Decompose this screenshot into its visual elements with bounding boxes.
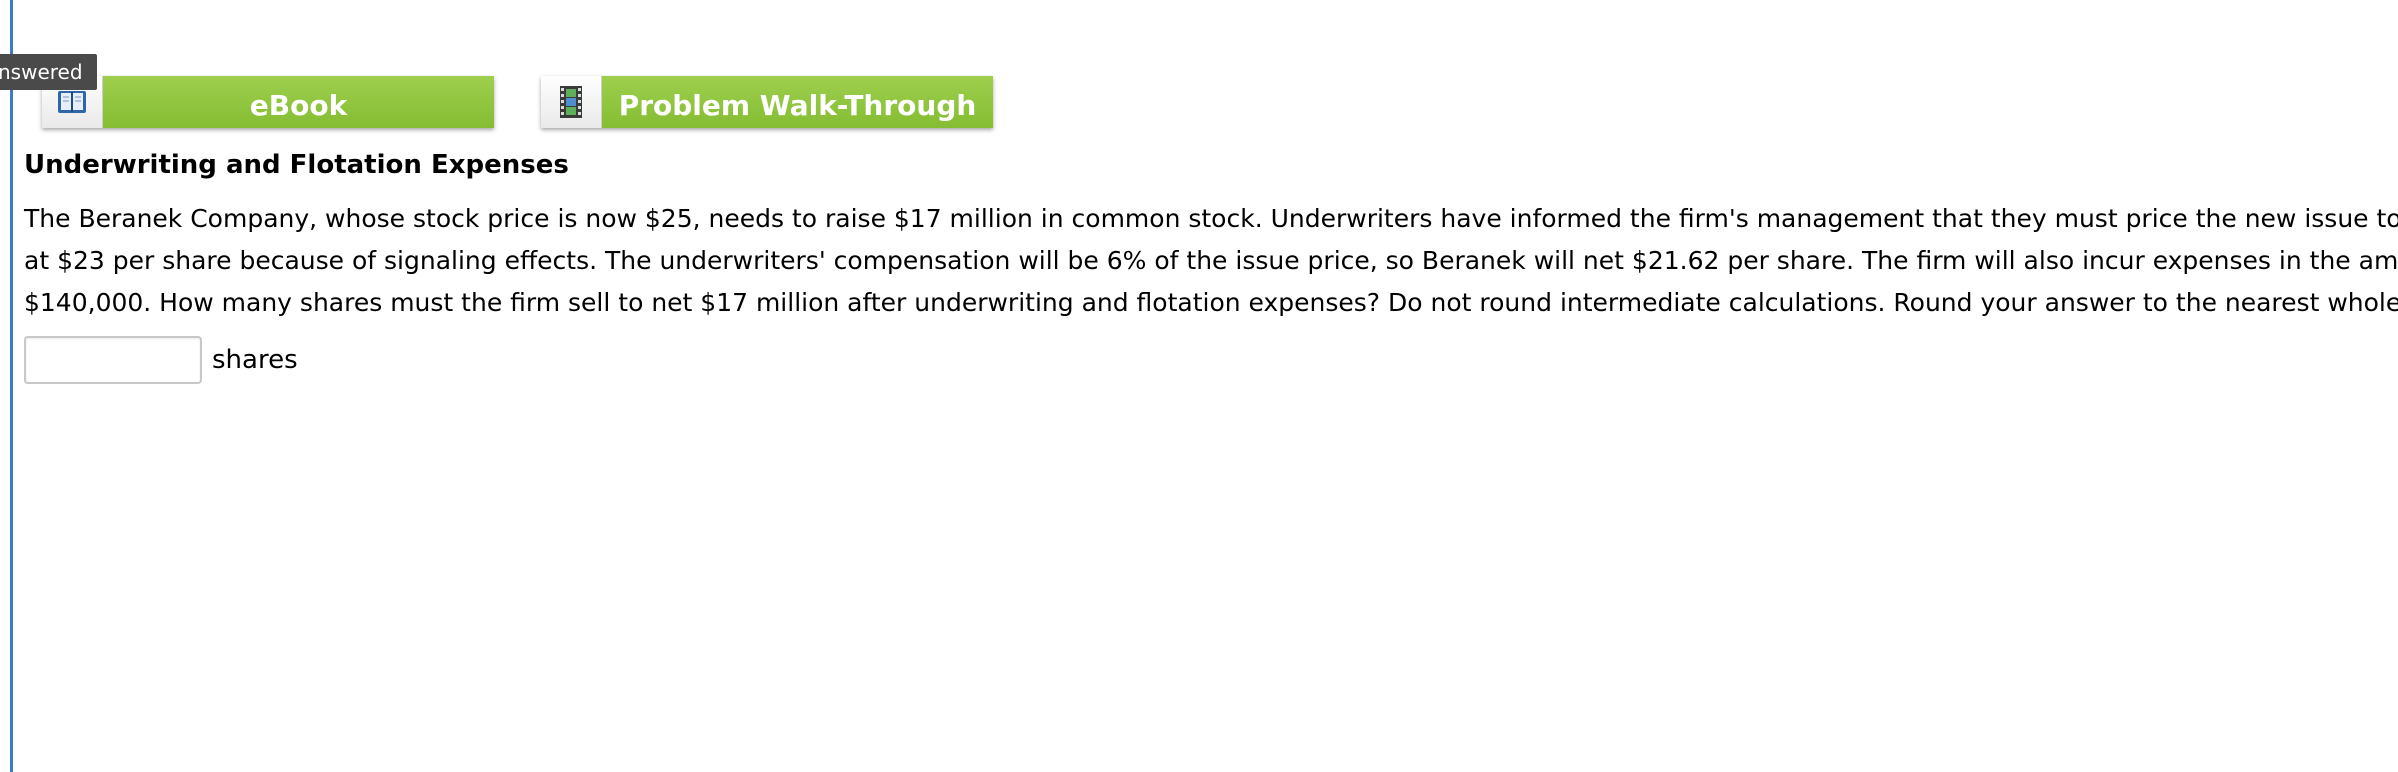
answered-status-tab: nswered <box>0 54 97 90</box>
problem-walkthrough-button-label: Problem Walk-Through <box>602 76 993 128</box>
shares-answer-input[interactable] <box>24 336 202 384</box>
problem-walkthrough-button[interactable]: Problem Walk-Through <box>541 76 993 128</box>
answer-row: shares <box>24 336 298 384</box>
problem-text-line: The Beranek Company, whose stock price i… <box>24 204 2398 233</box>
left-border <box>10 0 13 772</box>
question-page: nswered eBook Problem Walk-Through Under… <box>0 0 2398 772</box>
problem-statement: The Beranek Company, whose stock price i… <box>24 202 2398 328</box>
problem-text-line: at $23 per share because of signaling ef… <box>24 246 2398 275</box>
shares-unit-label: shares <box>212 345 298 375</box>
problem-title: Underwriting and Flotation Expenses <box>24 150 569 180</box>
ebook-button[interactable]: eBook <box>42 76 494 128</box>
ebook-button-label: eBook <box>103 76 494 128</box>
problem-text-line: $140,000. How many shares must the firm … <box>24 288 2398 317</box>
film-icon <box>541 76 602 128</box>
